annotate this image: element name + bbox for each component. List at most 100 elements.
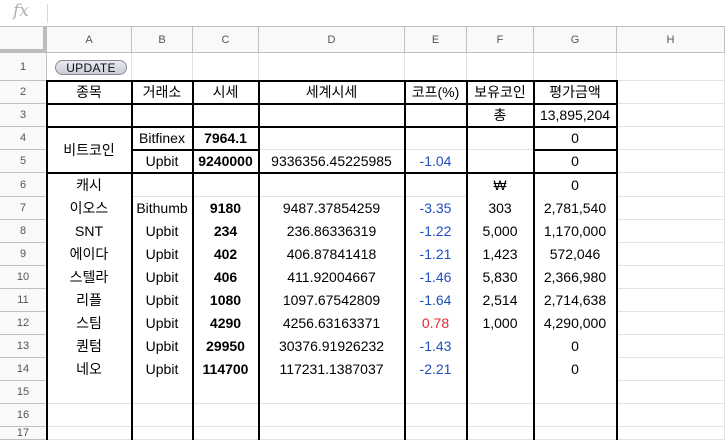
cell[interactable] [405, 127, 467, 150]
row-header-17[interactable]: 17 [0, 427, 47, 440]
cell[interactable] [617, 53, 725, 81]
cell[interactable] [467, 404, 534, 427]
row-header-1[interactable]: 1 [0, 53, 47, 81]
coin-exchange[interactable]: Upbit [132, 358, 193, 381]
cell[interactable] [617, 150, 725, 173]
world-price-bitcoin[interactable]: 9336356.45225985 [259, 150, 405, 173]
coin-premium[interactable]: -1.64 [405, 289, 467, 312]
header-name[interactable]: 종목 [47, 81, 132, 104]
cell[interactable] [132, 173, 193, 197]
coin-holding[interactable] [467, 335, 534, 358]
premium-bitcoin[interactable]: -1.04 [405, 150, 467, 173]
coin-name[interactable]: 이오스 [47, 197, 132, 220]
cell[interactable] [405, 53, 467, 81]
coin-exchange[interactable]: Upbit [132, 312, 193, 335]
coin-value[interactable]: 2,366,980 [534, 266, 617, 289]
coin-value[interactable]: 2,714,638 [534, 289, 617, 312]
row-header-5[interactable]: 5 [0, 150, 47, 173]
coin-value[interactable]: 2,781,540 [534, 197, 617, 220]
cell[interactable] [405, 173, 467, 197]
cell[interactable] [47, 404, 132, 427]
cell[interactable] [617, 197, 725, 220]
cell[interactable] [132, 381, 193, 404]
coin-name[interactable]: 리플 [47, 289, 132, 312]
cell[interactable] [617, 220, 725, 243]
header-price[interactable]: 시세 [193, 81, 259, 104]
total-value[interactable]: 13,895,204 [534, 104, 617, 127]
row-header-9[interactable]: 9 [0, 243, 47, 266]
cell[interactable] [534, 381, 617, 404]
column-header-c[interactable]: C [193, 27, 259, 53]
value-cash[interactable]: 0 [534, 173, 617, 197]
coin-world-price[interactable]: 30376.91926232 [259, 335, 405, 358]
cell[interactable] [259, 381, 405, 404]
coin-exchange[interactable]: Upbit [132, 335, 193, 358]
exchange-bitfinex[interactable]: Bitfinex [132, 127, 193, 150]
coin-holding[interactable]: 5,000 [467, 220, 534, 243]
coin-exchange[interactable]: Upbit [132, 289, 193, 312]
coin-exchange[interactable]: Upbit [132, 266, 193, 289]
header-exchange[interactable]: 거래소 [132, 81, 193, 104]
coin-value[interactable]: 1,170,000 [534, 220, 617, 243]
row-header-13[interactable]: 13 [0, 335, 47, 358]
cell[interactable] [617, 358, 725, 381]
coin-value[interactable]: 0 [534, 358, 617, 381]
cell[interactable] [47, 104, 132, 127]
cell[interactable] [467, 53, 534, 81]
column-header-f[interactable]: F [467, 27, 534, 53]
price-upbit[interactable]: 9240000 [193, 150, 259, 173]
cell[interactable] [467, 427, 534, 440]
row-header-4[interactable]: 4 [0, 127, 47, 150]
cell[interactable] [617, 104, 725, 127]
total-label[interactable]: 총 [467, 104, 534, 127]
coin-holding[interactable]: 1,000 [467, 312, 534, 335]
cell[interactable] [132, 53, 193, 81]
row-header-11[interactable]: 11 [0, 289, 47, 312]
coin-premium[interactable]: -1.21 [405, 243, 467, 266]
coin-price[interactable]: 4290 [193, 312, 259, 335]
coin-exchange[interactable]: Upbit [132, 243, 193, 266]
cell[interactable] [259, 427, 405, 440]
coin-name[interactable]: 네오 [47, 358, 132, 381]
column-header-a[interactable]: A [47, 27, 132, 53]
cell[interactable] [617, 427, 725, 440]
coin-premium[interactable]: 0.78 [405, 312, 467, 335]
cell[interactable] [617, 289, 725, 312]
cell[interactable] [534, 427, 617, 440]
coin-name[interactable]: 스텔라 [47, 266, 132, 289]
coin-premium[interactable]: -2.21 [405, 358, 467, 381]
exchange-upbit[interactable]: Upbit [132, 150, 193, 173]
cell[interactable] [617, 266, 725, 289]
coin-world-price[interactable]: 411.92004667 [259, 266, 405, 289]
cell[interactable] [259, 127, 405, 150]
cell[interactable] [259, 104, 405, 127]
cell[interactable] [467, 381, 534, 404]
cell[interactable] [534, 404, 617, 427]
cell[interactable] [193, 104, 259, 127]
column-header-h[interactable]: H [617, 27, 725, 53]
cell[interactable] [467, 150, 534, 173]
coin-price[interactable]: 406 [193, 266, 259, 289]
coin-premium[interactable]: -3.35 [405, 197, 467, 220]
coin-exchange[interactable]: Upbit [132, 220, 193, 243]
cell[interactable] [259, 173, 405, 197]
value-bitfinex[interactable]: 0 [534, 127, 617, 150]
coin-world-price[interactable]: 117231.1387037 [259, 358, 405, 381]
holding-cash[interactable]: ₩ [467, 173, 534, 197]
coin-value[interactable]: 4,290,000 [534, 312, 617, 335]
cell[interactable] [405, 427, 467, 440]
update-button[interactable]: UPDATE [55, 60, 127, 75]
coin-value[interactable]: 0 [534, 335, 617, 358]
cell[interactable] [193, 427, 259, 440]
coin-premium[interactable]: -1.43 [405, 335, 467, 358]
cell[interactable] [193, 53, 259, 81]
coin-name[interactable]: SNT [47, 220, 132, 243]
coin-name[interactable]: 에이다 [47, 243, 132, 266]
coin-price[interactable]: 29950 [193, 335, 259, 358]
coin-holding[interactable]: 5,830 [467, 266, 534, 289]
cell[interactable] [259, 404, 405, 427]
cell[interactable] [193, 381, 259, 404]
column-header-g[interactable]: G [534, 27, 617, 53]
cell[interactable] [405, 104, 467, 127]
coin-name-bitcoin[interactable]: 비트코인 [47, 127, 132, 173]
